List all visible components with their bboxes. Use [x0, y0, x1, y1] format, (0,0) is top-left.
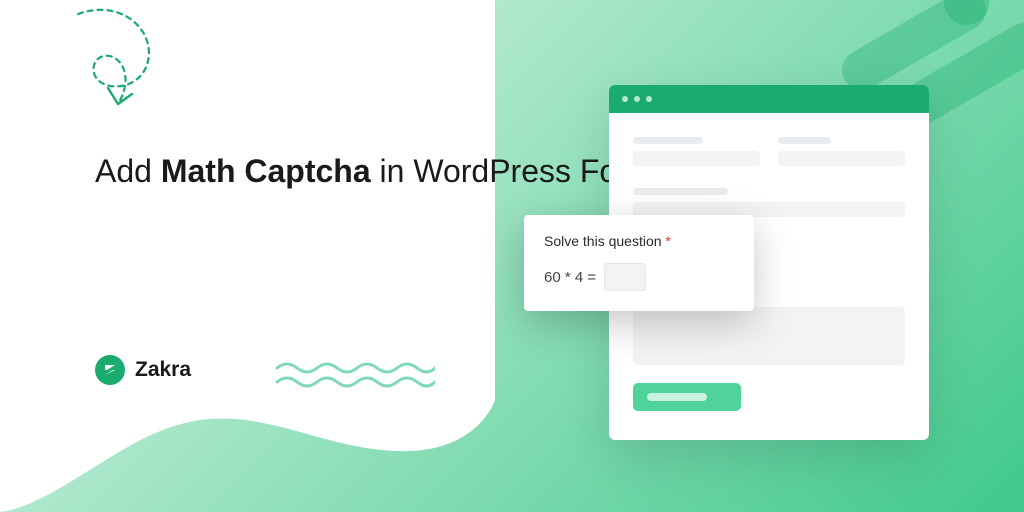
- logo-mark-icon: [95, 355, 125, 385]
- wavy-decoration-icon: [275, 360, 435, 390]
- submit-button[interactable]: [633, 383, 741, 411]
- captcha-answer-input[interactable]: [604, 263, 646, 291]
- captcha-card: Solve this question * 60 * 4 =: [524, 215, 754, 311]
- form-mockup-window: Solve this question * 60 * 4 =: [609, 85, 929, 440]
- form-textarea: [633, 307, 905, 365]
- captcha-label: Solve this question *: [544, 233, 734, 249]
- headline-pre: Add: [95, 153, 161, 189]
- captcha-expression-row: 60 * 4 =: [544, 263, 734, 291]
- form-field: [633, 188, 905, 217]
- captcha-expression: 60 * 4 =: [544, 269, 596, 286]
- curved-arrow-icon: [60, 6, 200, 126]
- page-title: Add Math Captcha in WordPress Forms: [95, 148, 671, 194]
- window-dot-icon: [622, 96, 628, 102]
- window-titlebar: [609, 85, 929, 113]
- window-dot-icon: [646, 96, 652, 102]
- window-dot-icon: [634, 96, 640, 102]
- logo-text: Zakra: [135, 358, 191, 382]
- required-mark: *: [665, 233, 670, 249]
- headline-bold: Math Captcha: [161, 153, 371, 189]
- form-field: [778, 137, 905, 166]
- brand-logo: Zakra: [95, 355, 191, 385]
- form-field: [633, 137, 760, 166]
